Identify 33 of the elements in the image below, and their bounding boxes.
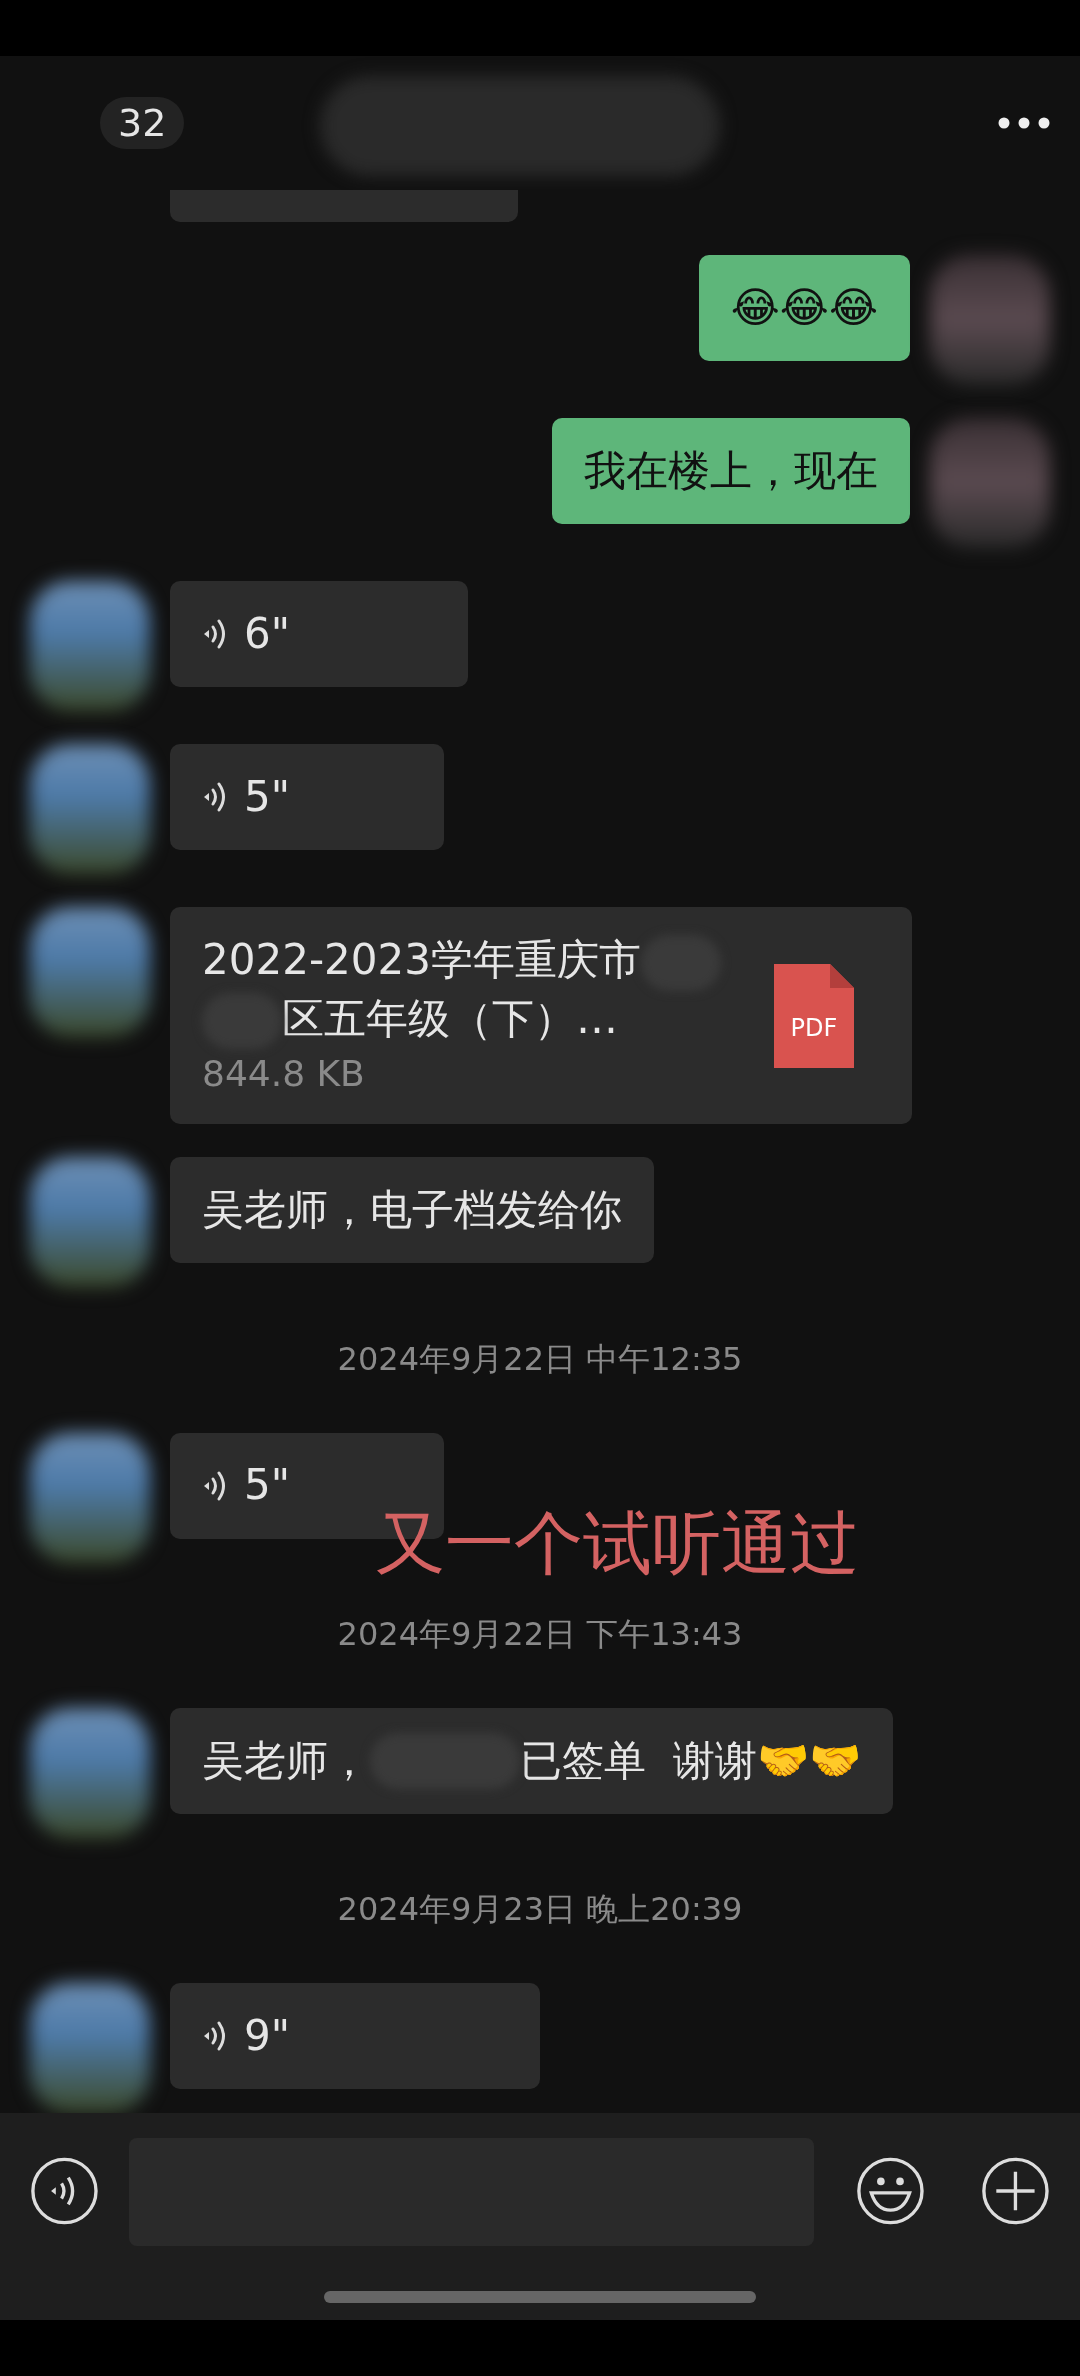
file-name: 区五年级（下）…	[282, 993, 618, 1043]
avatar[interactable]	[30, 744, 150, 875]
pdf-file-icon: PDF	[774, 963, 854, 1068]
message-text: 吴老师，	[202, 1734, 370, 1787]
file-size: 844.8 KB	[202, 1052, 366, 1097]
message-bubble[interactable]: 吴老师， 已签单 谢谢🤝🤝	[170, 1707, 893, 1814]
message-text: 已签单 谢谢🤝🤝	[520, 1734, 861, 1787]
message-text: 我在楼上，现在	[584, 445, 878, 498]
avatar[interactable]	[30, 907, 150, 1038]
emoji-icon[interactable]	[856, 2155, 926, 2227]
timestamp: 2024年9月22日 下午13:43	[337, 1614, 743, 1656]
avatar[interactable]	[30, 581, 150, 712]
voice-input-icon[interactable]	[30, 2155, 99, 2227]
avatar[interactable]	[30, 1157, 150, 1288]
avatar[interactable]	[30, 1983, 150, 2113]
file-name: 2022-2023学年重庆市	[202, 935, 641, 985]
message-bubble[interactable]: 吴老师，电子档发给你	[170, 1157, 654, 1264]
unread-count[interactable]: 32	[100, 97, 185, 149]
voice-message[interactable]: 6"	[170, 581, 468, 688]
message-bubble[interactable]: 我在楼上，现在	[552, 418, 910, 525]
voice-icon	[202, 2019, 228, 2053]
message-text: 吴老师，电子档发给你	[202, 1184, 622, 1237]
timestamp: 2024年9月22日 中午12:35	[337, 1339, 743, 1381]
file-message[interactable]: 2022-2023学年重庆市 区五年级（下）… 844.8 KB PDF	[170, 907, 912, 1125]
add-icon[interactable]	[981, 2155, 1050, 2227]
more-icon[interactable]	[998, 117, 1050, 129]
timestamp: 2024年9月23日 晚上20:39	[337, 1889, 743, 1931]
avatar[interactable]	[30, 1432, 150, 1563]
voice-message[interactable]: 5"	[170, 744, 444, 851]
voice-message[interactable]: 9"	[170, 1983, 540, 2089]
avatar[interactable]	[30, 1707, 150, 1838]
message-text: 😂😂😂	[730, 282, 878, 335]
message-bubble[interactable]: 😂😂😂	[698, 255, 910, 362]
